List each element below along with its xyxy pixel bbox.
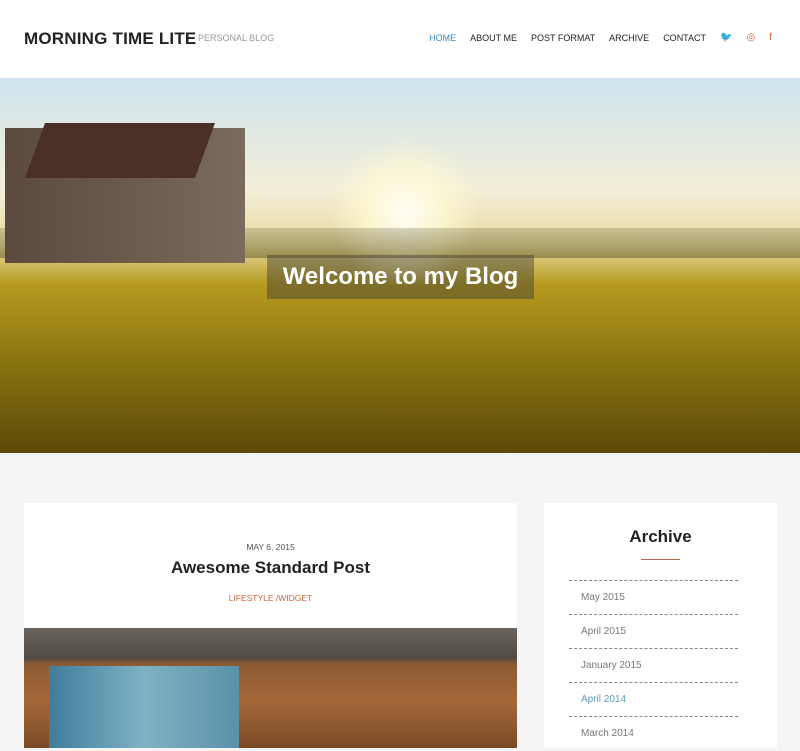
nav-post-format[interactable]: POST FORMAT	[531, 33, 595, 43]
archive-widget: Archive May 2015 April 2015 January 2015…	[544, 503, 777, 748]
post-card: MAY 6, 2015 Awesome Standard Post LIFEST…	[24, 503, 517, 748]
post-date: MAY 6, 2015	[246, 542, 295, 552]
hero-title: Welcome to my Blog	[267, 255, 534, 299]
site-logo[interactable]: MORNING TIME LITE	[24, 29, 196, 49]
archive-link[interactable]: April 2014	[569, 682, 738, 716]
hero-banner: Welcome to my Blog	[0, 78, 800, 453]
nav-archive[interactable]: ARCHIVE	[609, 33, 649, 43]
nav-about-me[interactable]: ABOUT ME	[470, 33, 517, 43]
main-nav: HOME ABOUT ME POST FORMAT ARCHIVE CONTAC…	[429, 32, 772, 43]
widget-title-underline	[641, 559, 680, 560]
twitter-icon[interactable]: 🐦	[720, 32, 732, 43]
archive-list: May 2015 April 2015 January 2015 April 2…	[569, 580, 738, 750]
nav-home[interactable]: HOME	[429, 33, 456, 43]
archive-link[interactable]: May 2015	[569, 580, 738, 614]
archive-link[interactable]: January 2015	[569, 648, 738, 682]
dribbble-icon[interactable]: ◎	[746, 32, 755, 43]
archive-link[interactable]: March 2014	[569, 716, 738, 750]
site-tagline: PERSONAL BLOG	[198, 33, 275, 43]
nav-contact[interactable]: CONTACT	[663, 33, 706, 43]
facebook-icon[interactable]: f	[769, 32, 772, 43]
widget-title: Archive	[629, 527, 692, 546]
archive-link[interactable]: April 2015	[569, 614, 738, 648]
post-categories[interactable]: LIFESTYLE /WIDGET	[24, 593, 517, 603]
hero-barn	[5, 128, 245, 263]
post-image-door	[49, 666, 239, 748]
site-header: MORNING TIME LITE PERSONAL BLOG HOME ABO…	[0, 0, 800, 78]
post-image[interactable]	[24, 628, 517, 748]
post-title[interactable]: Awesome Standard Post	[24, 558, 517, 578]
